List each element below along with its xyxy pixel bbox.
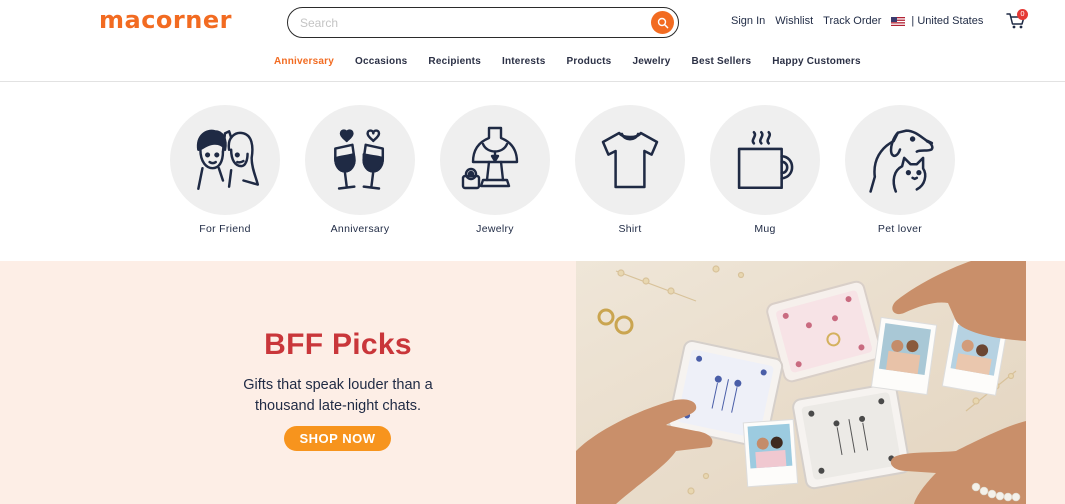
category-circle (575, 105, 685, 215)
banner-title: BFF Picks (264, 328, 412, 361)
shop-now-button[interactable]: SHOP NOW (284, 426, 391, 451)
category-label: Pet lover (877, 223, 923, 235)
country-selector[interactable]: | United States (911, 15, 983, 27)
nav-item-anniversary[interactable]: Anniversary (274, 56, 334, 70)
tshirt-icon (601, 131, 659, 189)
track-order-link[interactable]: Track Order (823, 15, 881, 27)
cart-count-badge: 0 (1017, 9, 1028, 20)
category-label: Jewelry (476, 223, 514, 235)
mug-icon (737, 130, 794, 190)
necklace-bust-icon (461, 126, 519, 190)
wine-glasses-icon (334, 129, 385, 190)
cart-button[interactable]: 0 (1006, 9, 1028, 30)
friends-icon (196, 129, 260, 190)
top-links: Sign In Wishlist Track Order | United St… (731, 15, 993, 27)
search-button[interactable] (651, 11, 674, 34)
category-label: Mug (754, 223, 776, 235)
category-circle (710, 105, 820, 215)
nav-item-interests[interactable]: Interests (502, 56, 546, 70)
search-input[interactable] (300, 14, 640, 32)
wishlist-link[interactable]: Wishlist (775, 15, 813, 27)
logo[interactable]: macorner (99, 6, 232, 34)
search-bar (287, 7, 679, 38)
header: macorner Sign In Wishlist Track Order | … (0, 0, 1065, 44)
category-circle (845, 105, 955, 215)
hero-banner: BFF Picks Gifts that speak louder than a… (0, 261, 1065, 504)
category-pet-lover[interactable]: Pet lover (845, 105, 955, 235)
nav-item-happy-customers[interactable]: Happy Customers (772, 56, 861, 70)
nav-item-products[interactable]: Products (566, 56, 611, 70)
category-circle (305, 105, 415, 215)
category-shirt[interactable]: Shirt (575, 105, 685, 235)
main-nav: Anniversary Occasions Recipients Interes… (274, 56, 882, 70)
category-label: Anniversary (330, 223, 390, 235)
trinket-dishes-photo (576, 261, 1026, 504)
us-flag-icon (891, 16, 906, 26)
nav-item-jewelry[interactable]: Jewelry (632, 56, 670, 70)
dog-cat-icon (869, 129, 934, 193)
search-icon (657, 17, 668, 28)
category-circle (440, 105, 550, 215)
nav-item-recipients[interactable]: Recipients (428, 56, 481, 70)
sign-in-link[interactable]: Sign In (731, 15, 765, 27)
nav-item-occasions[interactable]: Occasions (355, 56, 407, 70)
category-label: Shirt (618, 223, 642, 235)
category-circle (170, 105, 280, 215)
nav-divider (0, 81, 1065, 82)
category-label: For Friend (199, 223, 251, 235)
category-mug[interactable]: Mug (710, 105, 820, 235)
nav-item-best-sellers[interactable]: Best Sellers (692, 56, 752, 70)
banner-photo[interactable] (576, 261, 1026, 504)
category-jewelry[interactable]: Jewelry (440, 105, 550, 235)
category-anniversary[interactable]: Anniversary (305, 105, 415, 235)
banner-subtitle: Gifts that speak louder than a thousand … (243, 377, 433, 414)
category-for-friend[interactable]: For Friend (170, 105, 280, 235)
